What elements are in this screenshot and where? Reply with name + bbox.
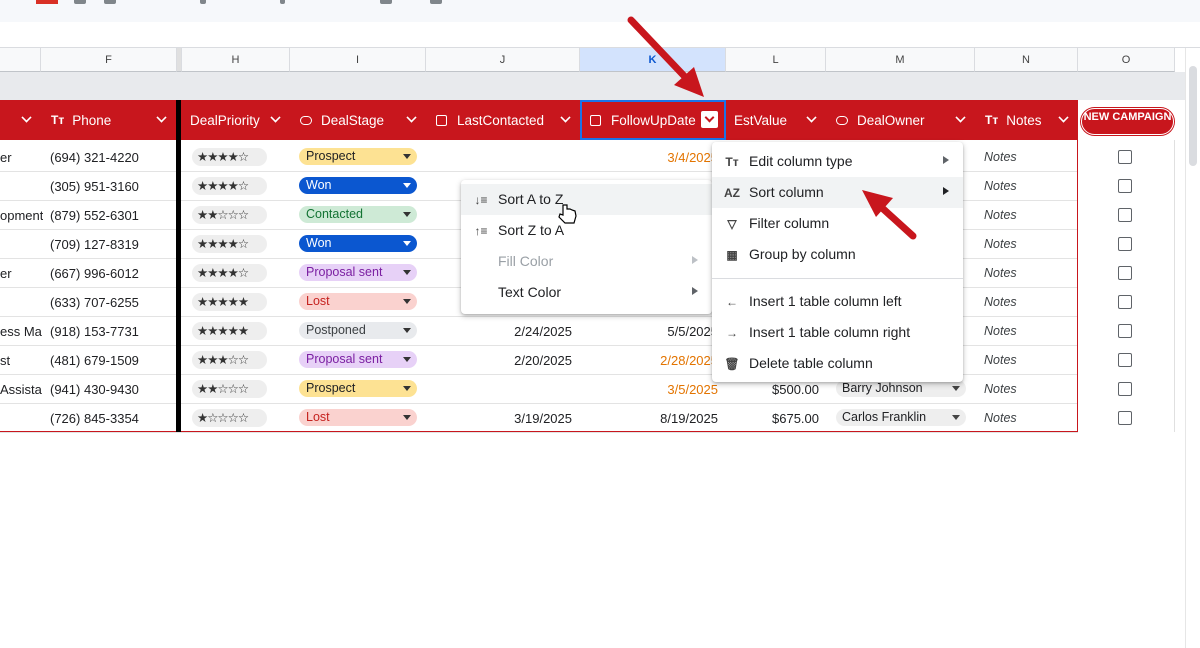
sort-submenu: ↓≡ Sort A to Z ↑≡ Sort Z to A Fill Color… [461,180,712,314]
frozen-divider[interactable] [176,100,181,432]
sort-az-icon: AZ [724,186,740,200]
campaign-checkbox[interactable] [1118,208,1132,222]
header-phone-label: Phone [72,112,112,128]
calendar-icon [590,114,601,126]
toolbar [0,0,1200,22]
campaign-checkbox[interactable] [1118,150,1132,164]
header-deal-stage[interactable]: DealStage [290,100,426,140]
column-header-h[interactable]: H [182,48,290,72]
submenu-arrow-icon [692,256,698,264]
fill-color-item: Fill Color [461,246,712,277]
header-phone[interactable]: Tт Phone [41,100,176,140]
column-header-i[interactable]: I [290,48,426,72]
header-est-value[interactable]: EstValue [726,100,826,140]
header-title[interactable] [0,100,41,140]
chevron-down-icon[interactable] [270,112,281,123]
header-est-value-label: EstValue [734,112,788,128]
toolbar-icon[interactable] [104,0,116,4]
column-header-j[interactable]: J [426,48,580,72]
submenu-arrow-icon [943,156,949,164]
arrow-right-icon: → [726,326,738,340]
sort-a-to-z-item[interactable]: ↓≡ Sort A to Z [461,184,712,215]
submenu-arrow-icon [692,287,698,295]
header-deal-stage-label: DealStage [321,112,385,128]
chevron-down-icon[interactable] [1058,112,1069,123]
insert-column-left-item[interactable]: ← Insert 1 table column left [712,286,963,317]
chevron-down-icon[interactable] [406,112,417,123]
header-follow-up-date-label: FollowUpDate [611,112,696,128]
scrollbar-thumb[interactable] [1189,66,1197,166]
header-last-contacted-label: LastContacted [457,112,545,128]
text-color-item[interactable]: Text Color [461,277,712,308]
calendar-icon [436,114,447,126]
column-dropdown-button[interactable] [701,111,718,128]
submenu-arrow-icon [943,187,949,195]
campaign-checkbox[interactable] [1118,324,1132,338]
sort-column-item[interactable]: AZ Sort column [712,177,963,208]
filter-column-item[interactable]: ▽ Filter column [712,208,963,239]
column-header-l[interactable]: L [726,48,826,72]
header-deal-owner[interactable]: DealOwner [826,100,975,140]
campaign-checkbox[interactable] [1118,411,1132,425]
toolbar-icon[interactable] [280,0,285,4]
toolbar-icon[interactable] [74,0,86,4]
column-header-o[interactable]: O [1078,48,1175,72]
campaign-checkbox[interactable] [1118,266,1132,280]
vertical-scrollbar[interactable] [1185,48,1200,648]
campaign-checkbox[interactable] [1118,237,1132,251]
header-deal-priority[interactable]: DealPriority [182,100,290,140]
chip-icon [836,115,848,125]
chevron-down-icon[interactable] [156,112,167,123]
column-header-k[interactable]: K [580,48,726,72]
chevron-down-icon[interactable] [560,112,571,123]
campaign-checkbox[interactable] [1118,179,1132,193]
column-header-m[interactable]: M [826,48,975,72]
filter-icon: ▽ [727,217,737,231]
header-deal-owner-label: DealOwner [857,112,925,128]
arrow-left-icon: ← [726,295,738,309]
header-follow-up-date[interactable]: FollowUpDate [580,100,726,140]
group-by-column-item[interactable]: ▦ Group by column [712,239,963,270]
campaign-checkbox[interactable] [1118,295,1132,309]
insert-column-right-item[interactable]: → Insert 1 table column right [712,317,963,348]
toolbar-icon[interactable] [200,0,206,4]
sheet-tab-indicator [36,0,58,4]
sort-az-icon: ↓≡ [474,193,488,207]
new-campaign-button[interactable]: NEW CAMPAIGN [1081,108,1174,135]
sort-za-icon: ↑≡ [474,224,488,238]
text-type-icon: Tт [985,113,999,127]
menu-divider [712,278,963,279]
trash-icon: 🗑 [724,357,740,371]
header-notes-label: Notes [1006,112,1042,128]
column-menu: Tт Edit column type AZ Sort column ▽ Fil… [712,142,963,382]
column-header-f[interactable]: F [41,48,177,72]
sort-z-to-a-item[interactable]: ↑≡ Sort Z to A [461,215,712,246]
toolbar-icon[interactable] [380,0,392,4]
chip-icon [300,115,312,125]
toolbar-icon[interactable] [430,0,442,4]
delete-column-item[interactable]: 🗑 Delete table column [712,348,963,379]
header-notes[interactable]: Tт Notes [975,100,1078,140]
campaign-checkbox[interactable] [1118,382,1132,396]
campaign-checkbox[interactable] [1118,353,1132,367]
table-icon: ▦ [726,248,738,262]
empty-row-band [0,72,1185,100]
column-header-n[interactable]: N [975,48,1078,72]
formula-bar[interactable] [0,22,1200,48]
column-header-e[interactable] [0,48,41,72]
chevron-down-icon[interactable] [806,112,817,123]
edit-column-type-item[interactable]: Tт Edit column type [712,146,963,177]
chevron-down-icon[interactable] [955,112,966,123]
header-deal-priority-label: DealPriority [190,112,260,128]
header-last-contacted[interactable]: LastContacted [426,100,580,140]
text-type-icon: Tт [725,155,739,169]
text-type-icon: Tт [51,113,65,127]
